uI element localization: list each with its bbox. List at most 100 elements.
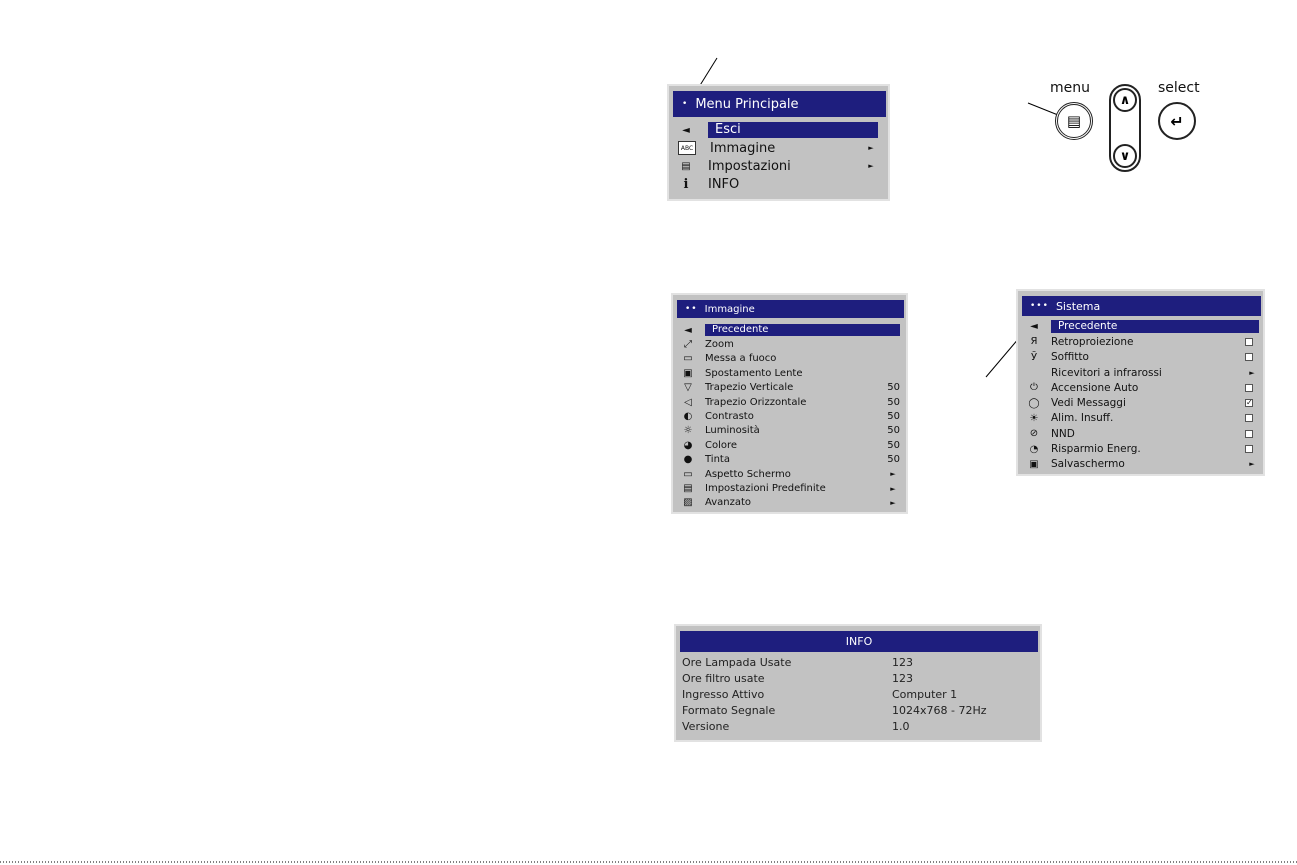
menu-item-label: Colore [705, 439, 738, 451]
info-key: Ingresso Attivo [682, 688, 765, 701]
up-button[interactable]: ∧ [1113, 88, 1137, 112]
menu-item-risparmio-energ-[interactable]: ◔ Risparmio Energ. [1018, 441, 1263, 456]
select-button-label: select [1158, 80, 1200, 96]
menu-item-alim-insuff-[interactable]: ☀ Alim. Insuff. [1018, 411, 1263, 426]
menu-item-label: Trapezio Verticale [705, 382, 794, 394]
select-button[interactable]: ↵ [1158, 102, 1196, 140]
menu-item-label-wrap: Vedi Messaggi [1051, 397, 1245, 409]
main-menu-title: Menu Principale [695, 96, 799, 112]
menu-item-label-wrap: Salvaschermo [1051, 458, 1245, 470]
image-menu-title: Immagine [704, 303, 755, 315]
menu-item-label-wrap: Messa a fuoco [705, 353, 900, 364]
system-menu-title: Sistema [1055, 299, 1101, 313]
checkbox[interactable] [1245, 429, 1253, 438]
menu-item-messa-a-fuoco[interactable]: ▭ Messa a fuoco [673, 352, 906, 366]
menu-item-label-wrap: Impostazioni Predefinite [705, 483, 886, 494]
menu-item-label: Retroproiezione [1051, 335, 1134, 348]
info-panel: INFO Ore Lampada Usate 123 Ore filtro usat… [674, 624, 1042, 742]
menu-item-icon: ◐ [683, 411, 693, 423]
menu-item-ricevitori-a-infrarossi[interactable]: Ricevitori a infrarossi ► [1018, 365, 1263, 380]
menu-item-value: 50 [887, 425, 900, 437]
checkbox[interactable] [1245, 414, 1253, 423]
menu-item-label: Ricevitori a infrarossi [1051, 366, 1162, 379]
chevron-up-icon: ∧ [1119, 92, 1131, 108]
menu-item-label: Risparmio Energ. [1051, 443, 1141, 456]
menu-item-retroproiezione[interactable]: Я Retroproiezione [1018, 334, 1263, 349]
menu-item-precedente[interactable]: ◄ Precedente [673, 323, 906, 337]
menu-item-tinta[interactable]: ● Tinta 50 [673, 453, 906, 467]
menu-item-precedente[interactable]: ◄ Precedente [1018, 319, 1263, 334]
menu-item-icon: Я [1030, 336, 1038, 348]
menu-item-spostamento-lente[interactable]: ▣ Spostamento Lente [673, 366, 906, 380]
menu-item-icon: ⊘ [1029, 428, 1039, 440]
menu-item-icon: ⏻ [1030, 382, 1038, 394]
submenu-arrow-icon: ► [1249, 460, 1255, 469]
menu-item-label-wrap: Ricevitori a infrarossi [1051, 367, 1245, 379]
menu-item-label-wrap: Tinta [705, 454, 870, 465]
menu-item-zoom[interactable]: ⤢ Zoom [673, 337, 906, 351]
menu-item-esci[interactable]: ◄ Esci [669, 121, 888, 139]
back-arrow-icon: ◄ [682, 124, 690, 136]
menu-item-impostazioni[interactable]: ▤ Impostazioni ► [669, 157, 888, 175]
menu-item-label: Accensione Auto [1051, 381, 1139, 394]
menu-item-label-wrap: Retroproiezione [1051, 336, 1245, 348]
info-key: Ore filtro usate [682, 672, 765, 685]
checkbox[interactable] [1245, 337, 1253, 346]
checkbox[interactable] [1245, 445, 1253, 454]
info-value: Computer 1 [892, 688, 958, 701]
menu-item-label: Zoom [705, 339, 734, 351]
enter-arrow-icon: ↵ [1170, 111, 1184, 131]
menu-item-label-wrap: Precedente [1051, 320, 1259, 334]
menu-level-dots: ••• [1030, 301, 1049, 311]
checkbox[interactable] [1245, 353, 1253, 362]
submenu-arrow-icon: ► [890, 498, 896, 507]
info-icon: i [683, 176, 689, 192]
menu-item-icon: ◄ [1030, 321, 1038, 333]
down-button[interactable]: ∨ [1113, 144, 1137, 168]
menu-item-icon: ◕ [683, 439, 693, 451]
checkbox[interactable] [1245, 383, 1253, 392]
menu-item-luminosit-[interactable]: ☼ Luminosità 50 [673, 424, 906, 438]
menu-item-trapezio-verticale[interactable]: ▽ Trapezio Verticale 50 [673, 381, 906, 395]
menu-item-nnd[interactable]: ⊘ NND [1018, 426, 1263, 441]
menu-item-label: INFO [708, 176, 740, 192]
menu-item-aspetto-schermo[interactable]: ▭ Aspetto Schermo ► [673, 467, 906, 481]
menu-item-info[interactable]: i INFO [669, 175, 888, 193]
menu-item-vedi-messaggi[interactable]: ◯ Vedi Messaggi ✓ [1018, 396, 1263, 411]
main-menu-title-bar: • Menu Principale [673, 91, 886, 117]
menu-item-label-wrap: Alim. Insuff. [1051, 412, 1245, 424]
menu-item-impostazioni-predefinite[interactable]: ▤ Impostazioni Predefinite ► [673, 481, 906, 495]
menu-item-label: Soffitto [1051, 351, 1089, 364]
menu-item-icon: ▣ [683, 367, 693, 379]
menu-item-immagine[interactable]: ABC Immagine ► [669, 139, 888, 157]
menu-item-label: Immagine [710, 140, 776, 156]
main-menu: • Menu Principale ◄ Esci ABC Immagine ► ▤ Impo… [667, 84, 890, 201]
menu-item-icon: ⤢ [684, 339, 692, 351]
info-panel-title: INFO [845, 635, 873, 648]
submenu-arrow-icon: ► [890, 470, 896, 479]
menu-item-label-wrap: Zoom [705, 339, 900, 350]
menu-item-soffitto[interactable]: Ӯ Soffitto [1018, 350, 1263, 365]
menu-item-trapezio-orizzontale[interactable]: ◁ Trapezio Orizzontale 50 [673, 395, 906, 409]
menu-level-dots: •• [685, 304, 698, 314]
menu-item-label: Spostamento Lente [705, 367, 803, 379]
info-row: Versione 1.0 [682, 720, 1034, 733]
menu-item-label: Alim. Insuff. [1051, 412, 1114, 425]
menu-item-label-wrap: Aspetto Schermo [705, 469, 886, 480]
menu-item-accensione-auto[interactable]: ⏻ Accensione Auto [1018, 380, 1263, 395]
menu-item-label-wrap: Impostazioni [708, 159, 864, 174]
menu-item-icon: ◯ [1028, 397, 1040, 409]
menu-item-icon: ◄ [684, 324, 692, 336]
menu-item-avanzato[interactable]: ▨ Avanzato ► [673, 496, 906, 510]
menu-item-label: Messa a fuoco [705, 353, 777, 365]
info-panel-title-bar: INFO [680, 631, 1038, 652]
menu-item-label: Vedi Messaggi [1051, 397, 1126, 410]
menu-button[interactable]: ▤ [1055, 102, 1093, 140]
menu-item-contrasto[interactable]: ◐ Contrasto 50 [673, 409, 906, 423]
menu-item-colore[interactable]: ◕ Colore 50 [673, 438, 906, 452]
menu-item-icon: ● [683, 454, 693, 466]
info-row: Ore Lampada Usate 123 [682, 656, 1034, 669]
checkbox[interactable]: ✓ [1245, 399, 1253, 408]
menu-item-value: 50 [887, 396, 900, 408]
menu-item-salvaschermo[interactable]: ▣ Salvaschermo ► [1018, 457, 1263, 472]
